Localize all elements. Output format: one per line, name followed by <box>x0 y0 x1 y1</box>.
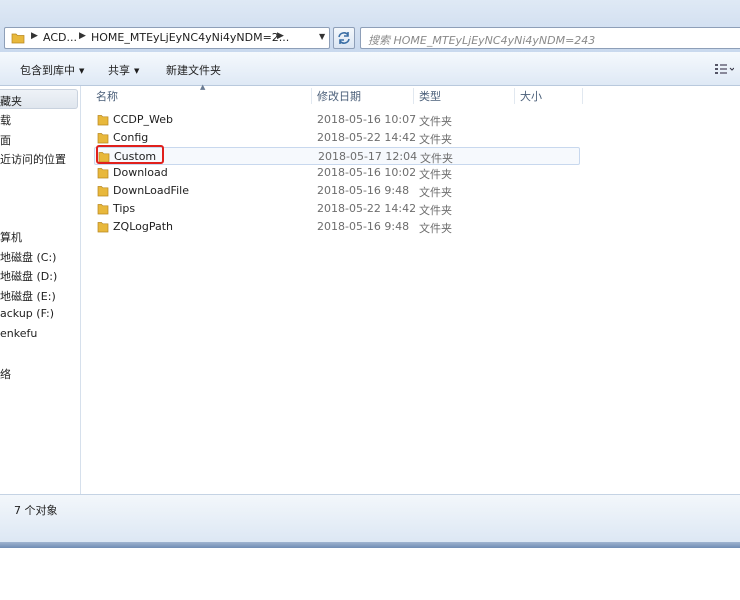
file-list-pane: ▲ 名称 修改日期 类型 大小 CCDP_Web 2018-05-16 10:07… <box>82 83 740 494</box>
file-row-downloadfile[interactable]: DownLoadFile 2018-05-16 9:48 文件夹 <box>94 182 580 200</box>
file-name: Tips <box>113 202 136 215</box>
share-label: 共享 <box>108 64 130 77</box>
new-folder-button[interactable]: 新建文件夹 <box>166 62 221 78</box>
nav-item-drive-e[interactable]: 地磁盘 (E:) <box>0 288 56 304</box>
folder-icon <box>97 204 109 215</box>
file-type: 文件夹 <box>420 151 453 165</box>
folder-icon <box>97 115 109 126</box>
file-date: 2018-05-16 9:48 <box>317 184 410 198</box>
folder-icon <box>97 186 109 197</box>
address-bar[interactable]: ▶ ACD... ▶ HOME_MTEyLjEyNC4yNi4yNDM=2...… <box>4 27 330 49</box>
file-date: 2018-05-22 14:42 <box>317 130 417 144</box>
column-divider[interactable] <box>582 88 583 104</box>
search-input[interactable]: 搜索 HOME_MTEyLjEyNC4yNi4yNDM=243 <box>360 27 740 49</box>
file-row-ccdp-web[interactable]: CCDP_Web 2018-05-16 10:07 文件夹 <box>94 111 580 129</box>
nav-item-downloads[interactable]: 载 <box>0 112 11 128</box>
file-row-download[interactable]: Download 2018-05-16 10:02 文件夹 <box>94 164 580 182</box>
address-bar-region: ▶ ACD... ▶ HOME_MTEyLjEyNC4yNi4yNDM=2...… <box>0 0 740 53</box>
nav-item-network-share[interactable]: enkefu <box>0 327 37 340</box>
navigation-pane: 藏夹 载 面 近访问的位置 算机 地磁盘 (C:) 地磁盘 (D:) 地磁盘 (… <box>0 86 81 494</box>
window-bottom-border <box>0 542 740 548</box>
breadcrumb-item[interactable]: HOME_MTEyLjEyNC4yNi4yNDM=2... <box>91 31 289 44</box>
command-toolbar: 包含到库中 ▼ 共享 ▼ 新建文件夹 <box>0 52 740 86</box>
nav-item-favorites[interactable]: 藏夹 <box>0 93 22 109</box>
file-name: CCDP_Web <box>113 113 173 126</box>
include-in-library-button[interactable]: 包含到库中 ▼ <box>20 62 84 78</box>
column-header-size-label: 大小 <box>520 90 542 103</box>
file-date: 2018-05-16 10:07 <box>317 113 417 126</box>
chevron-right-icon[interactable]: ▶ <box>277 31 284 41</box>
breadcrumb-item[interactable]: ACD... <box>43 31 77 44</box>
folder-icon <box>97 132 109 144</box>
nav-item-network[interactable]: 络 <box>0 366 11 382</box>
column-header-date[interactable]: 修改日期 <box>312 86 414 106</box>
explorer-window: ▶ ACD... ▶ HOME_MTEyLjEyNC4yNi4yNDM=2...… <box>0 0 740 548</box>
nav-item-drive-c[interactable]: 地磁盘 (C:) <box>0 249 56 265</box>
file-date: 2018-05-16 9:48 <box>317 219 410 233</box>
status-bar: 7 个对象 <box>0 494 740 543</box>
nav-item-desktop[interactable]: 面 <box>0 132 11 148</box>
refresh-button[interactable] <box>333 27 355 49</box>
file-row-tips[interactable]: Tips 2018-05-22 14:42 文件夹 <box>94 200 580 218</box>
column-header-date-label: 修改日期 <box>317 90 361 103</box>
file-name: Config <box>113 130 149 144</box>
column-header-name-label: 名称 <box>96 90 118 103</box>
file-date: 2018-05-22 14:42 <box>317 202 417 215</box>
folder-icon <box>11 33 25 44</box>
nav-item-computer[interactable]: 算机 <box>0 229 22 245</box>
nav-item-recent-places[interactable]: 近访问的位置 <box>0 151 66 167</box>
new-folder-label: 新建文件夹 <box>166 64 221 77</box>
annotation-highlight-box <box>96 145 164 164</box>
folder-icon <box>97 168 109 179</box>
file-row-zqlogpath[interactable]: ZQLogPath 2018-05-16 9:48 文件夹 <box>94 218 580 236</box>
file-type: 文件夹 <box>419 132 452 146</box>
column-header-size[interactable]: 大小 <box>515 86 583 106</box>
file-type: 文件夹 <box>419 221 452 235</box>
nav-item-drive-d[interactable]: 地磁盘 (D:) <box>0 268 57 284</box>
file-type: 文件夹 <box>419 115 452 128</box>
folder-icon <box>97 221 109 233</box>
file-name: ZQLogPath <box>113 219 174 233</box>
file-date: 2018-05-16 10:02 <box>317 166 417 180</box>
share-button[interactable]: 共享 ▼ <box>108 62 139 78</box>
chevron-down-icon[interactable]: ▼ <box>319 32 325 41</box>
sort-ascending-icon: ▲ <box>200 83 206 91</box>
file-name: Download <box>113 166 168 180</box>
file-type: 文件夹 <box>419 204 452 217</box>
file-row-custom[interactable]: Custom 2018-05-17 12:04 文件夹 <box>94 146 580 165</box>
column-header-type[interactable]: 类型 <box>414 86 514 106</box>
file-type: 文件夹 <box>419 168 452 182</box>
nav-item-drive-f[interactable]: ackup (F:) <box>0 307 54 320</box>
column-header-type-label: 类型 <box>419 90 441 103</box>
view-options-icon[interactable] <box>714 62 734 76</box>
file-name: DownLoadFile <box>113 184 189 198</box>
file-type: 文件夹 <box>419 186 452 200</box>
chevron-right-icon[interactable]: ▶ <box>31 31 38 41</box>
refresh-icon <box>338 32 350 44</box>
chevron-right-icon[interactable]: ▶ <box>79 31 86 41</box>
file-row-config[interactable]: Config 2018-05-22 14:42 文件夹 <box>94 129 580 147</box>
chevron-down-icon: ▼ <box>79 67 85 75</box>
column-header-name[interactable]: ▲ 名称 <box>82 83 312 106</box>
item-count: 7 个对象 <box>14 504 58 517</box>
file-date: 2018-05-17 12:04 <box>318 149 418 163</box>
chevron-down-icon: ▼ <box>134 67 140 75</box>
search-placeholder: 搜索 HOME_MTEyLjEyNC4yNi4yNDM=243 <box>368 34 596 47</box>
include-in-library-label: 包含到库中 <box>20 64 75 77</box>
